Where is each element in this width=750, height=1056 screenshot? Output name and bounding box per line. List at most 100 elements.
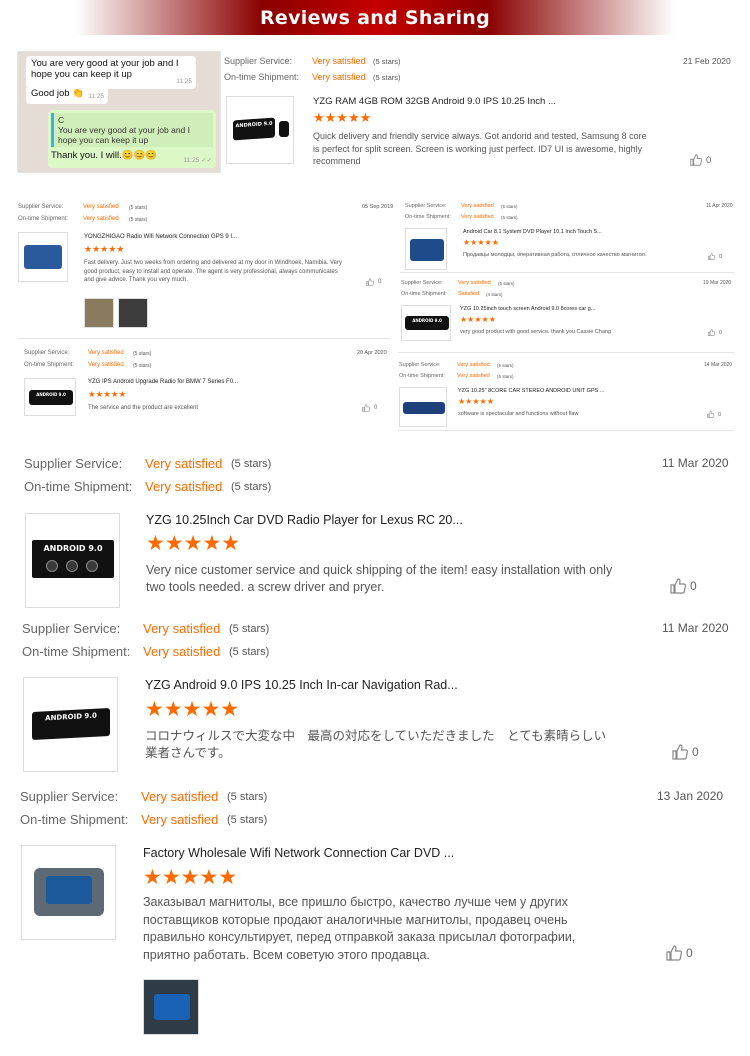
review-date: 11 Apr 2020 bbox=[706, 203, 733, 209]
thumbs-up-icon bbox=[366, 278, 374, 286]
quote-author: C bbox=[58, 115, 65, 125]
shipment-value: Very satisfied bbox=[141, 812, 219, 827]
product-title[interactable]: Android Car 8.1 System DVD Player 10.1 I… bbox=[463, 229, 602, 235]
like-button[interactable]: 0 bbox=[670, 578, 697, 594]
shipment-value: Very satisfied bbox=[83, 216, 119, 222]
supplier-service-value: Very satisfied bbox=[457, 362, 490, 368]
product-title[interactable]: YZG IPS Android Upgrade Radio for BMW 7 … bbox=[88, 379, 238, 385]
shipment-value: Very satisfied bbox=[143, 644, 221, 659]
like-count: 0 bbox=[692, 745, 699, 759]
supplier-stars-text: (5 stars) bbox=[501, 204, 518, 209]
thumbs-up-icon bbox=[362, 404, 370, 412]
product-title[interactable]: YZG 10.25Inch Car DVD Radio Player for L… bbox=[146, 513, 463, 527]
shipment-label: On-time Shipment: bbox=[401, 291, 447, 297]
supplier-service-value: Very satisfied bbox=[88, 350, 124, 356]
supplier-stars-text: (5 stars) bbox=[497, 363, 514, 368]
product-thumbnail[interactable]: ANDROID 9.0 bbox=[401, 305, 451, 341]
supplier-service-value: Very satisfied bbox=[141, 789, 219, 804]
shipment-stars-text: (4 stars) bbox=[486, 292, 503, 297]
supplier-stars-text: (5 stars) bbox=[373, 57, 401, 66]
review-photo[interactable] bbox=[143, 979, 199, 1035]
review-date: 05 Sep 2019 bbox=[362, 204, 394, 210]
review-text: Quick delivery and friendly service alwa… bbox=[313, 131, 647, 166]
product-title[interactable]: YONGZHIGAO Radio Wifi Network Connection… bbox=[84, 234, 237, 240]
product-title[interactable]: Factory Wholesale Wifi Network Connectio… bbox=[143, 846, 454, 860]
thumbs-up-icon bbox=[672, 744, 688, 760]
review-photo[interactable] bbox=[84, 298, 114, 328]
chat-time: 11:25 ✓✓ bbox=[183, 157, 212, 164]
product-title[interactable]: YZG 10.25" 8CORE CAR STEREO ANDROID UNIT… bbox=[458, 388, 604, 394]
product-thumbnail[interactable]: ANDROID 9.0 bbox=[24, 378, 76, 416]
chat-time: 11:25 bbox=[176, 78, 192, 85]
product-title[interactable]: YZG 10.25inch touch screen Android 9.0 8… bbox=[460, 306, 595, 312]
supplier-service-value: Very satisfied bbox=[83, 204, 119, 210]
like-count: 0 bbox=[378, 279, 382, 285]
banner-title: Reviews and Sharing bbox=[259, 6, 491, 29]
shipment-value: Very satisfied bbox=[461, 214, 494, 220]
like-button[interactable]: 0 bbox=[366, 278, 381, 286]
review-date: 13 Jan 2020 bbox=[657, 789, 724, 803]
supplier-service-label: Supplier Service: bbox=[401, 280, 443, 286]
shipment-stars-text: (5 stars) bbox=[497, 374, 514, 379]
like-count: 0 bbox=[719, 253, 723, 260]
review-photo[interactable] bbox=[118, 298, 148, 328]
like-count: 0 bbox=[690, 579, 697, 593]
review-text: software is spectacular and functions wi… bbox=[458, 411, 579, 417]
supplier-stars-text: (5 stars) bbox=[229, 623, 270, 635]
shipment-stars-text: (5 stars) bbox=[229, 646, 270, 658]
shipment-stars-text: (5 stars) bbox=[501, 215, 518, 220]
like-button[interactable]: 0 bbox=[690, 154, 711, 166]
like-count: 0 bbox=[718, 411, 722, 418]
shipment-label: On-time Shipment: bbox=[399, 373, 445, 379]
product-thumbnail[interactable] bbox=[18, 232, 68, 282]
like-button[interactable]: 0 bbox=[708, 329, 722, 336]
supplier-service-label: Supplier Service: bbox=[22, 621, 121, 636]
shipment-stars-text: (5 stars) bbox=[133, 363, 152, 369]
review-date: 20 Apr 2020 bbox=[357, 350, 387, 356]
shipment-label: On-time Shipment: bbox=[24, 362, 75, 368]
review-date: 21 Feb 2020 bbox=[683, 56, 731, 66]
like-button[interactable]: 0 bbox=[707, 411, 721, 418]
shipment-label: On-time Shipment: bbox=[405, 214, 451, 220]
review-date: 11 Mar 2020 bbox=[662, 456, 729, 470]
thumbs-up-icon bbox=[708, 253, 715, 260]
product-thumbnail[interactable] bbox=[405, 228, 447, 270]
like-count: 0 bbox=[706, 154, 712, 166]
review-date: 11 Mar 2020 bbox=[662, 621, 729, 635]
supplier-stars-text: (5 stars) bbox=[498, 281, 515, 286]
shipment-stars-text: (5 stars) bbox=[373, 73, 401, 82]
product-thumbnail[interactable] bbox=[21, 845, 116, 940]
screen-label: ANDROID 9.0 bbox=[43, 544, 103, 553]
product-thumbnail[interactable]: ANDROID 9.0 bbox=[25, 513, 120, 608]
review-text: Very nice customer service and quick shi… bbox=[146, 563, 613, 594]
product-title[interactable]: YZG Android 9.0 IPS 10.25 Inch In-car Na… bbox=[145, 678, 458, 692]
shipment-label: On-time Shipment: bbox=[22, 644, 131, 659]
supplier-service-label: Supplier Service: bbox=[405, 203, 447, 209]
supplier-service-label: Supplier Service: bbox=[224, 56, 293, 66]
supplier-service-value: Very satisfied bbox=[458, 280, 491, 286]
shipment-label: On-time Shipment: bbox=[24, 479, 133, 494]
thumbs-up-icon bbox=[690, 154, 702, 166]
quote-text: You are very good at your job and I hope… bbox=[58, 125, 190, 145]
shipment-stars-text: (5 stars) bbox=[231, 481, 272, 493]
product-thumbnail[interactable]: ANDROID 9.0 bbox=[226, 96, 294, 164]
like-count: 0 bbox=[686, 946, 693, 960]
supplier-service-value: Very satisfied bbox=[145, 456, 223, 471]
shipment-value: Satisfied bbox=[458, 291, 480, 297]
like-button[interactable]: 0 bbox=[672, 744, 699, 760]
review-text: The service and the product are excellen… bbox=[88, 405, 199, 411]
product-thumbnail[interactable] bbox=[399, 387, 447, 427]
product-thumbnail[interactable]: ANDROID 9.0 bbox=[23, 677, 118, 772]
rating-stars: ★★★★★ bbox=[145, 698, 240, 721]
chat-time: 11:25 bbox=[88, 93, 104, 100]
chat-message-text: You are very good at your job and I hope… bbox=[31, 58, 179, 80]
review-text: Fast delivery. Just two weeks from order… bbox=[84, 260, 342, 283]
shipment-label: On-time Shipment: bbox=[224, 72, 300, 82]
thumbs-up-icon bbox=[707, 411, 714, 418]
like-button[interactable]: 0 bbox=[666, 945, 693, 961]
chat-message: Good job 👏 11:25 bbox=[26, 86, 108, 104]
review-text: Продавцы молодцы, оперативная работа, от… bbox=[463, 252, 647, 258]
like-button[interactable]: 0 bbox=[362, 404, 377, 412]
product-title[interactable]: YZG RAM 4GB ROM 32GB Android 9.0 IPS 10.… bbox=[313, 96, 556, 107]
like-button[interactable]: 0 bbox=[708, 253, 722, 260]
